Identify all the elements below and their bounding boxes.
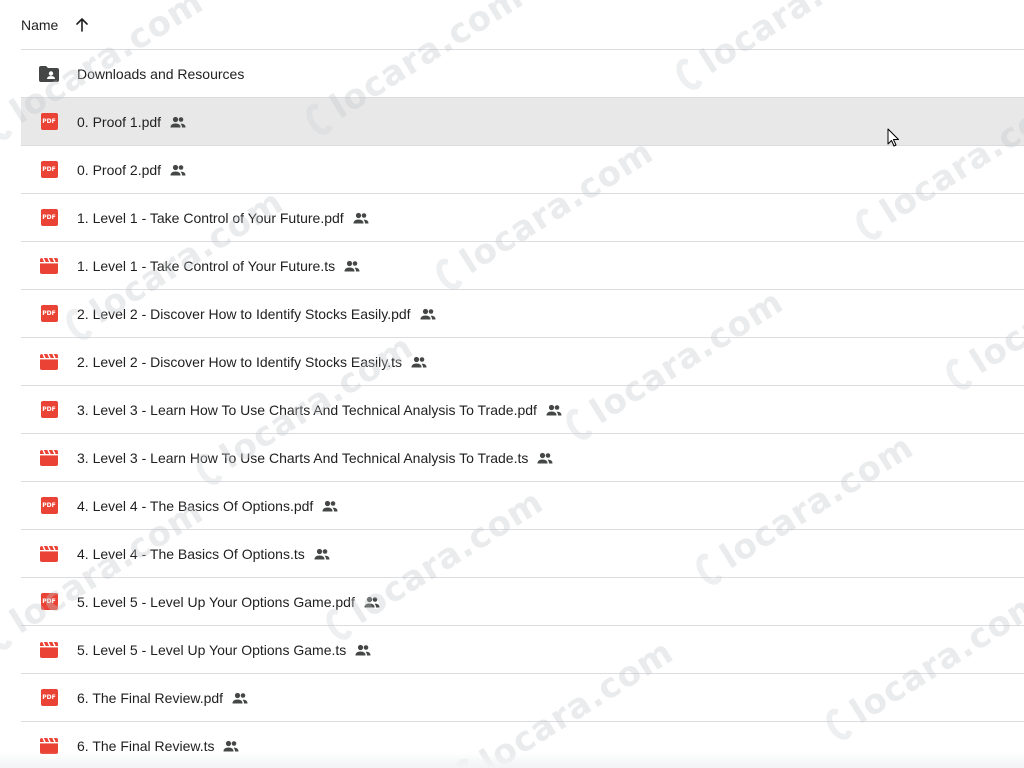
file-name-text: 1. Level 1 - Take Control of Your Future… [77, 257, 336, 274]
file-name-text: 6. The Final Review.pdf [77, 689, 224, 706]
file-name-text: 5. Level 5 - Level Up Your Options Game.… [77, 641, 347, 658]
pdf-file-icon: PDF [39, 592, 59, 612]
watermark-logo [0, 613, 18, 655]
file-name-text: 1. Level 1 - Take Control of Your Future… [77, 209, 344, 226]
file-row[interactable]: 2. Level 2 - Discover How to Identify St… [21, 338, 1024, 386]
pdf-file-icon: PDF [39, 208, 59, 228]
pdf-badge-text: PDF [42, 502, 56, 509]
video-file-icon [39, 544, 59, 564]
file-name-text: 2. Level 2 - Discover How to Identify St… [77, 305, 411, 322]
people-icon [352, 209, 370, 227]
file-name: Downloads and Resources [77, 66, 244, 82]
file-name-text: 0. Proof 2.pdf [77, 161, 162, 178]
people-icon [545, 401, 563, 419]
pdf-badge-text: PDF [42, 166, 56, 173]
file-name-text: 6. The Final Review.ts [77, 737, 215, 754]
file-row[interactable]: PDF 0. Proof 1.pdf [21, 98, 1024, 146]
pdf-file-icon: PDF [39, 496, 59, 516]
shared-folder-icon [39, 64, 59, 84]
file-name: 5. Level 5 - Level Up Your Options Game.… [77, 593, 381, 611]
file-name-text: 5. Level 5 - Level Up Your Options Game.… [77, 593, 355, 610]
file-name-text: 0. Proof 1.pdf [77, 113, 162, 130]
video-file-icon [39, 736, 59, 756]
file-row[interactable]: 6. The Final Review.ts [21, 722, 1024, 768]
file-row[interactable]: PDF 1. Level 1 - Take Control of Your Fut… [21, 194, 1024, 242]
list-header: Name [21, 0, 1024, 50]
file-name-text: 3. Level 3 - Learn How To Use Charts And… [77, 401, 537, 418]
people-icon [231, 689, 249, 707]
pdf-file-icon: PDF [39, 112, 59, 132]
people-icon [354, 641, 372, 659]
file-name: 4. Level 4 - The Basics Of Options.ts [77, 545, 331, 563]
arrow-up-icon[interactable] [72, 15, 92, 35]
pdf-file-icon: PDF [39, 400, 59, 420]
file-row[interactable]: PDF 2. Level 2 - Discover How to Identify… [21, 290, 1024, 338]
drive-file-list-app: Name Downloads and Resources PDF 0. Proof … [0, 0, 1024, 768]
people-icon [169, 113, 187, 131]
pdf-badge-text: PDF [42, 694, 56, 701]
people-icon [321, 497, 339, 515]
file-row[interactable]: PDF 3. Level 3 - Learn How To Use Charts … [21, 386, 1024, 434]
file-name: 6. The Final Review.ts [77, 737, 240, 755]
file-name: 3. Level 3 - Learn How To Use Charts And… [77, 401, 563, 419]
people-icon [222, 737, 240, 755]
people-icon [419, 305, 437, 323]
pdf-badge-text: PDF [42, 214, 56, 221]
file-row[interactable]: PDF 4. Level 4 - The Basics Of Options.pd… [21, 482, 1024, 530]
file-name: 2. Level 2 - Discover How to Identify St… [77, 353, 428, 371]
file-name: 0. Proof 2.pdf [77, 161, 187, 179]
file-row[interactable]: 4. Level 4 - The Basics Of Options.ts [21, 530, 1024, 578]
pdf-file-icon: PDF [39, 160, 59, 180]
file-name: 1. Level 1 - Take Control of Your Future… [77, 209, 370, 227]
people-icon [313, 545, 331, 563]
file-name: 2. Level 2 - Discover How to Identify St… [77, 305, 437, 323]
people-icon [169, 161, 187, 179]
folder-row[interactable]: Downloads and Resources [21, 50, 1024, 98]
file-list: Downloads and Resources PDF 0. Proof 1.pdf… [21, 50, 1024, 768]
file-name-text: Downloads and Resources [77, 65, 245, 82]
video-file-icon [39, 640, 59, 660]
video-file-icon [39, 256, 59, 276]
pdf-file-icon: PDF [39, 304, 59, 324]
file-row[interactable]: PDF 6. The Final Review.pdf [21, 674, 1024, 722]
watermark-logo [0, 103, 18, 145]
file-name: 1. Level 1 - Take Control of Your Future… [77, 257, 361, 275]
file-name-text: 4. Level 4 - The Basics Of Options.ts [77, 545, 305, 562]
file-name: 0. Proof 1.pdf [77, 113, 187, 131]
file-name-text: 4. Level 4 - The Basics Of Options.pdf [77, 497, 314, 514]
pdf-badge-text: PDF [42, 118, 56, 125]
people-icon [410, 353, 428, 371]
file-name-text: 3. Level 3 - Learn How To Use Charts And… [77, 449, 529, 466]
video-file-icon [39, 448, 59, 468]
file-name: 4. Level 4 - The Basics Of Options.pdf [77, 497, 339, 515]
pdf-badge-text: PDF [42, 598, 56, 605]
people-icon [536, 449, 554, 467]
file-row[interactable]: 1. Level 1 - Take Control of Your Future… [21, 242, 1024, 290]
file-row[interactable]: PDF 0. Proof 2.pdf [21, 146, 1024, 194]
file-row[interactable]: 5. Level 5 - Level Up Your Options Game.… [21, 626, 1024, 674]
file-row[interactable]: 3. Level 3 - Learn How To Use Charts And… [21, 434, 1024, 482]
people-icon [343, 257, 361, 275]
video-file-icon [39, 352, 59, 372]
name-column-header[interactable]: Name [21, 17, 58, 33]
file-name: 5. Level 5 - Level Up Your Options Game.… [77, 641, 372, 659]
pdf-file-icon: PDF [39, 688, 59, 708]
pdf-badge-text: PDF [42, 310, 56, 317]
pdf-badge-text: PDF [42, 406, 56, 413]
file-name-text: 2. Level 2 - Discover How to Identify St… [77, 353, 402, 370]
people-icon [363, 593, 381, 611]
file-name: 6. The Final Review.pdf [77, 689, 249, 707]
file-row[interactable]: PDF 5. Level 5 - Level Up Your Options Ga… [21, 578, 1024, 626]
file-name: 3. Level 3 - Learn How To Use Charts And… [77, 449, 554, 467]
